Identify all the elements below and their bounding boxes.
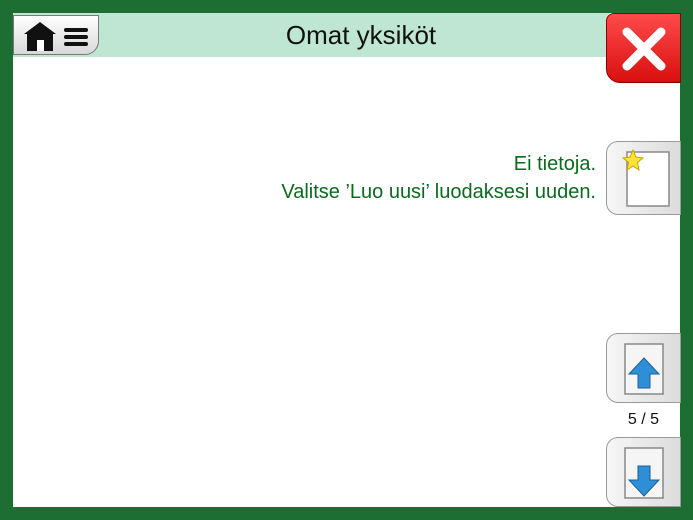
page-counter: 5 / 5 bbox=[627, 411, 660, 428]
menu-icon bbox=[64, 28, 88, 46]
title-bar: Omat yksiköt bbox=[13, 13, 609, 57]
close-button[interactable] bbox=[606, 13, 681, 83]
create-new-button[interactable] bbox=[606, 141, 681, 215]
close-icon bbox=[622, 27, 666, 71]
page-up-icon bbox=[624, 343, 664, 395]
main-content-area bbox=[13, 13, 609, 507]
new-document-icon bbox=[621, 148, 670, 207]
page-up-button[interactable] bbox=[606, 333, 681, 403]
empty-message: Ei tietoja. Valitse ’Luo uusi’ luodakses… bbox=[281, 150, 596, 206]
page-down-button[interactable] bbox=[606, 437, 681, 507]
empty-message-line1: Ei tietoja. bbox=[513, 153, 596, 175]
page-title: Omat yksiköt bbox=[285, 20, 437, 50]
page-down-icon bbox=[624, 447, 664, 499]
empty-message-line2: Valitse ’Luo uusi’ luodaksesi uuden. bbox=[281, 181, 596, 203]
home-icon bbox=[24, 22, 56, 51]
home-menu-button[interactable] bbox=[13, 15, 99, 55]
